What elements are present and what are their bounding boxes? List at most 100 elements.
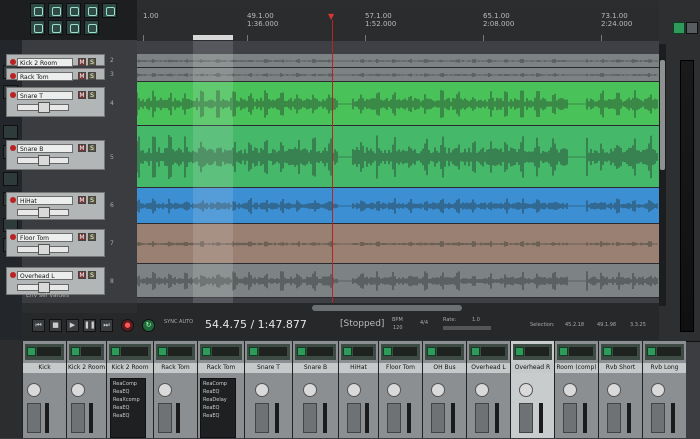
mute-button[interactable]: M xyxy=(78,271,86,279)
mixer-channel[interactable]: Snare B xyxy=(292,341,338,438)
mute-button[interactable]: M xyxy=(78,72,86,80)
volume-fader[interactable] xyxy=(347,403,361,433)
fx-item[interactable]: ReaEQ xyxy=(203,389,233,395)
pan-knob[interactable] xyxy=(347,383,361,397)
volume-fader[interactable] xyxy=(255,403,269,433)
volume-fader[interactable] xyxy=(563,403,577,433)
mixer-channel[interactable]: Rvb Long xyxy=(642,341,686,438)
mixer-channel[interactable]: Floor Tom xyxy=(378,341,422,438)
fx-item[interactable]: ReaDelay xyxy=(203,397,233,403)
track-header[interactable]: HiHat M S 6 xyxy=(6,188,134,224)
track-name-field[interactable]: Overhead L xyxy=(17,271,73,280)
mixer-channel[interactable]: Rack Tom xyxy=(153,341,197,438)
toolbar-button[interactable] xyxy=(84,3,99,18)
record-arm-button[interactable] xyxy=(10,234,16,240)
pause-button[interactable]: ❚❚ xyxy=(83,319,96,332)
horizontal-scroll-thumb[interactable] xyxy=(312,305,462,311)
time-selection[interactable] xyxy=(193,41,233,303)
volume-fader[interactable] xyxy=(607,403,621,433)
record-arm-button[interactable] xyxy=(10,145,16,151)
toolbar-button[interactable] xyxy=(48,20,63,35)
fx-item[interactable]: ReaComp xyxy=(113,381,143,387)
volume-fader[interactable] xyxy=(71,403,85,433)
volume-slider[interactable] xyxy=(17,155,69,166)
mute-button[interactable]: M xyxy=(78,196,86,204)
track-header[interactable]: Rack Tom M S 3 xyxy=(6,68,134,81)
fx-item[interactable]: ReaXcomp xyxy=(113,397,143,403)
master-io-button[interactable] xyxy=(673,22,685,34)
mixer-channel[interactable]: Snare T xyxy=(244,341,292,438)
fx-item[interactable]: ReaEQ xyxy=(113,389,143,395)
volume-slider[interactable] xyxy=(17,244,69,255)
track-header[interactable]: Snare B M S 5 xyxy=(6,126,134,188)
track-name-field[interactable]: Snare T xyxy=(17,91,73,100)
fx-item[interactable]: ReaEQ xyxy=(113,413,143,419)
mute-button[interactable]: M xyxy=(78,91,86,99)
pan-knob[interactable] xyxy=(255,383,269,397)
loop-selection-marker[interactable] xyxy=(193,35,233,40)
master-fx-button[interactable] xyxy=(686,22,698,34)
solo-button[interactable]: S xyxy=(88,72,96,80)
volume-fader[interactable] xyxy=(387,403,401,433)
volume-fader[interactable] xyxy=(475,403,489,433)
solo-button[interactable]: S xyxy=(88,58,96,66)
mixer-channel[interactable]: Rvb Short xyxy=(598,341,642,438)
play-button[interactable]: ▶ xyxy=(66,319,79,332)
mixer-channel[interactable]: Overhead L xyxy=(466,341,510,438)
pan-knob[interactable] xyxy=(651,383,665,397)
record-arm-button[interactable] xyxy=(10,272,16,278)
selection-start[interactable]: 45.2.18 xyxy=(565,322,584,328)
selection-length[interactable]: 3.3.25 xyxy=(630,322,646,328)
track-header[interactable]: Snare T M S 4 xyxy=(6,82,134,126)
rate-value[interactable]: 1.0 xyxy=(472,317,480,323)
record-arm-button[interactable] xyxy=(10,92,16,98)
track-name-field[interactable]: Snare B xyxy=(17,144,73,153)
toolbar-button[interactable] xyxy=(84,20,99,35)
volume-fader[interactable] xyxy=(303,403,317,433)
track-name-field[interactable]: Rack Tom xyxy=(17,72,73,81)
track-name-field[interactable]: HiHat xyxy=(17,196,73,205)
pan-knob[interactable] xyxy=(519,383,533,397)
mixer-channel[interactable]: Overhead R xyxy=(510,341,554,438)
go-to-start-button[interactable]: ⏮ xyxy=(32,319,45,332)
time-signature[interactable]: 4/4 xyxy=(420,320,428,326)
vertical-scroll-thumb[interactable] xyxy=(660,60,665,170)
selection-end[interactable]: 49.1.98 xyxy=(597,322,616,328)
pan-knob[interactable] xyxy=(158,383,172,397)
toolbar-button[interactable] xyxy=(30,20,45,35)
solo-button[interactable]: S xyxy=(88,233,96,241)
toolbar-button[interactable] xyxy=(66,20,81,35)
track-header[interactable]: Floor Tom M S 7 xyxy=(6,224,134,264)
fx-item[interactable]: ReaComp xyxy=(203,381,233,387)
pan-knob[interactable] xyxy=(607,383,621,397)
track-name-field[interactable]: Floor Tom xyxy=(17,233,73,242)
volume-fader[interactable] xyxy=(158,403,172,433)
rate-slider[interactable] xyxy=(443,326,491,330)
mixer-channel[interactable]: Room (comp) xyxy=(554,341,598,438)
toolbar-button[interactable] xyxy=(30,3,45,18)
toolbar-button[interactable] xyxy=(102,3,117,18)
toolbar-button[interactable] xyxy=(66,3,81,18)
mixer-channel[interactable]: Kick xyxy=(22,341,66,438)
mute-button[interactable]: M xyxy=(78,58,86,66)
fx-item[interactable]: ReaEQ xyxy=(203,405,233,411)
record-arm-button[interactable] xyxy=(10,197,16,203)
mixer-channel[interactable]: Kick 2 Room xyxy=(66,341,106,438)
pan-knob[interactable] xyxy=(387,383,401,397)
loop-toggle-button[interactable]: ↻ xyxy=(142,319,155,332)
solo-button[interactable]: S xyxy=(88,196,96,204)
solo-button[interactable]: S xyxy=(88,271,96,279)
mute-button[interactable]: M xyxy=(78,233,86,241)
track-name-field[interactable]: Kick 2 Room xyxy=(17,58,73,67)
pan-knob[interactable] xyxy=(431,383,445,397)
fx-item[interactable]: ReaEQ xyxy=(113,405,143,411)
toolbar-button[interactable] xyxy=(48,3,63,18)
pan-knob[interactable] xyxy=(27,383,41,397)
volume-slider[interactable] xyxy=(17,207,69,218)
fx-list[interactable]: ReaComp ReaEQ ReaDelay ReaEQ ReaEQ xyxy=(200,378,236,438)
bpm-value[interactable]: 120 xyxy=(393,325,403,331)
volume-fader[interactable] xyxy=(431,403,445,433)
fx-list[interactable]: ReaComp ReaEQ ReaXcomp ReaEQ ReaEQ xyxy=(110,378,146,438)
volume-slider[interactable] xyxy=(17,282,69,293)
pan-knob[interactable] xyxy=(303,383,317,397)
